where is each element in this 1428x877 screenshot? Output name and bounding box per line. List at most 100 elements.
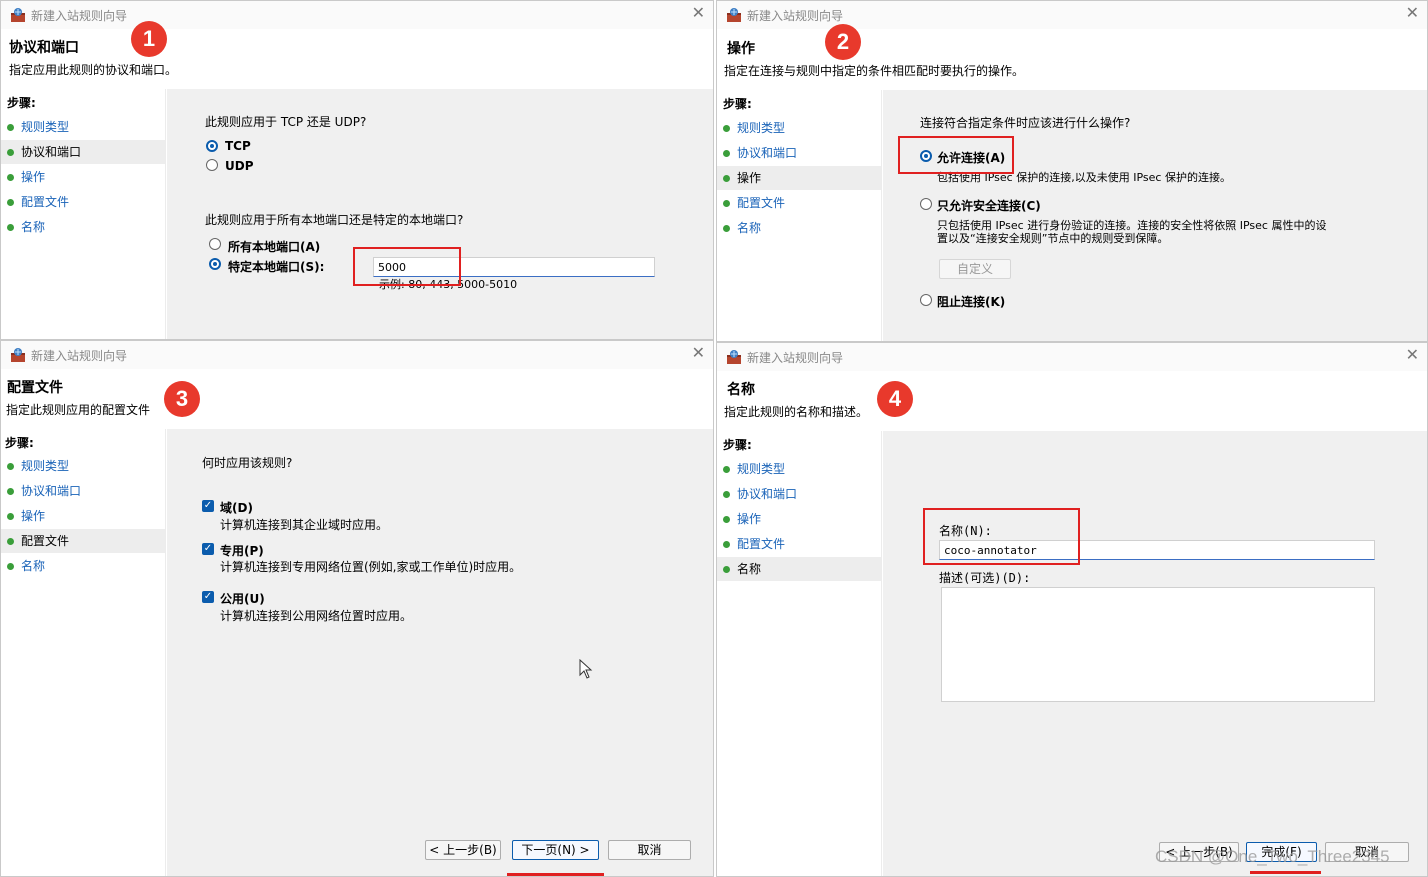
- window-title: 新建入站规则向导: [31, 349, 128, 363]
- step-badge-4: 4: [877, 381, 913, 417]
- customize-button[interactable]: 自定义: [939, 259, 1011, 279]
- step-action[interactable]: 操作: [1, 504, 165, 528]
- steps-label: 步骤:: [5, 436, 34, 450]
- firewall-icon: [11, 348, 25, 362]
- name-input[interactable]: coco-annotator: [939, 540, 1375, 560]
- step-name[interactable]: 名称: [717, 557, 881, 581]
- page-title: 名称: [727, 382, 755, 398]
- step-profile[interactable]: 配置文件: [717, 191, 881, 215]
- checkbox-public[interactable]: ✓: [202, 591, 214, 603]
- close-icon[interactable]: ✕: [692, 3, 705, 22]
- step-action[interactable]: 操作: [717, 507, 881, 531]
- content-pane: 何时应用该规则? ✓ 域(D) 计算机连接到其企业域时应用。 ✓ 专用(P) 计…: [167, 429, 713, 876]
- back-button[interactable]: < 上一步(B): [425, 840, 501, 860]
- highlight-underline: [507, 873, 604, 876]
- step-protocol-ports[interactable]: 协议和端口: [717, 482, 881, 506]
- port-example: 示例: 80, 443, 5000-5010: [379, 278, 518, 291]
- step-rule-type[interactable]: 规则类型: [1, 115, 165, 139]
- step-dot-icon: [7, 124, 14, 131]
- label-udp: UDP: [225, 159, 254, 173]
- page-title: 配置文件: [7, 380, 63, 396]
- label-domain: 域(D): [220, 501, 253, 515]
- step-dot-icon: [723, 566, 730, 573]
- description-textarea[interactable]: [941, 587, 1375, 702]
- secure-description-2: 置以及“连接安全规则”节点中的规则受到保障。: [937, 232, 1169, 245]
- cancel-button[interactable]: 取消: [608, 840, 691, 860]
- step-action[interactable]: 操作: [717, 166, 881, 190]
- radio-all-ports[interactable]: [209, 238, 221, 250]
- radio-udp[interactable]: [206, 159, 218, 171]
- next-button[interactable]: 下一页(N) >: [512, 840, 599, 860]
- step-dot-icon: [7, 174, 14, 181]
- step-protocol-ports[interactable]: 协议和端口: [1, 140, 165, 164]
- step-dot-icon: [723, 541, 730, 548]
- protocol-question: 此规则应用于 TCP 还是 UDP?: [205, 115, 367, 129]
- port-input[interactable]: 5000: [373, 257, 655, 277]
- step-rule-type[interactable]: 规则类型: [717, 116, 881, 140]
- label-public: 公用(U): [220, 592, 265, 606]
- close-icon[interactable]: ✕: [692, 343, 705, 362]
- description-label: 描述(可选)(D):: [939, 571, 1031, 585]
- domain-description: 计算机连接到其企业域时应用。: [220, 518, 389, 532]
- content-pane: 名称(N): coco-annotator 描述(可选)(D): < 上一步(B…: [883, 431, 1427, 876]
- step-dot-icon: [723, 225, 730, 232]
- steps-pane: 步骤: 规则类型 协议和端口 操作 配置文件 名称: [1, 429, 166, 876]
- radio-block[interactable]: [920, 294, 932, 306]
- step-dot-icon: [723, 150, 730, 157]
- label-tcp: TCP: [225, 139, 251, 153]
- title-bar: 新建入站规则向导 ✕: [1, 341, 713, 369]
- checkbox-private[interactable]: ✓: [202, 543, 214, 555]
- title-bar: 新建入站规则向导 ✕: [1, 1, 713, 29]
- page-subtitle: 指定应用此规则的协议和端口。: [9, 63, 178, 77]
- page-subtitle: 指定在连接与规则中指定的条件相匹配时要执行的操作。: [724, 64, 1025, 78]
- step-badge-3: 3: [164, 381, 200, 417]
- ports-question: 此规则应用于所有本地端口还是特定的本地端口?: [205, 213, 464, 227]
- checkbox-domain[interactable]: ✓: [202, 500, 214, 512]
- step-protocol-ports[interactable]: 协议和端口: [1, 479, 165, 503]
- window-title: 新建入站规则向导: [31, 9, 128, 23]
- step-action[interactable]: 操作: [1, 165, 165, 189]
- wizard-panel-name: 新建入站规则向导 ✕ 名称 指定此规则的名称和描述。 步骤: 规则类型 协议和端…: [716, 342, 1428, 877]
- step-dot-icon: [723, 516, 730, 523]
- step-dot-icon: [723, 491, 730, 498]
- label-private: 专用(P): [220, 544, 264, 558]
- steps-label: 步骤:: [723, 97, 752, 111]
- radio-allow[interactable]: [920, 150, 932, 162]
- step-dot-icon: [7, 488, 14, 495]
- page-title: 操作: [727, 41, 755, 57]
- label-block: 阻止连接(K): [937, 295, 1006, 309]
- radio-tcp[interactable]: [206, 140, 218, 152]
- steps-pane: 步骤: 规则类型 协议和端口 操作 配置文件 名称: [717, 90, 882, 341]
- steps-pane: 步骤: 规则类型 协议和端口 操作 配置文件 名称: [717, 431, 882, 876]
- step-dot-icon: [723, 175, 730, 182]
- step-profile[interactable]: 配置文件: [1, 190, 165, 214]
- step-profile[interactable]: 配置文件: [717, 532, 881, 556]
- allow-description: 包括使用 IPsec 保护的连接,以及未使用 IPsec 保护的连接。: [937, 171, 1231, 184]
- radio-specific-ports[interactable]: [209, 258, 221, 270]
- close-icon[interactable]: ✕: [1406, 3, 1419, 22]
- step-name[interactable]: 名称: [1, 554, 165, 578]
- public-description: 计算机连接到公用网络位置时应用。: [220, 609, 413, 623]
- label-all-ports: 所有本地端口(A): [228, 240, 321, 254]
- step-rule-type[interactable]: 规则类型: [1, 454, 165, 478]
- highlight-underline: [1250, 871, 1321, 874]
- wizard-panel-profile: 新建入站规则向导 ✕ 配置文件 指定此规则应用的配置文件 步骤: 规则类型 协议…: [0, 340, 714, 877]
- firewall-icon: [727, 350, 741, 364]
- firewall-icon: [727, 8, 741, 22]
- step-name[interactable]: 名称: [1, 215, 165, 239]
- step-rule-type[interactable]: 规则类型: [717, 457, 881, 481]
- label-specific-ports: 特定本地端口(S):: [228, 260, 325, 274]
- step-dot-icon: [7, 224, 14, 231]
- step-badge-2: 2: [825, 24, 861, 60]
- step-protocol-ports[interactable]: 协议和端口: [717, 141, 881, 165]
- page-subtitle: 指定此规则的名称和描述。: [724, 405, 869, 419]
- step-dot-icon: [7, 463, 14, 470]
- step-profile[interactable]: 配置文件: [1, 529, 165, 553]
- content-pane: 此规则应用于 TCP 还是 UDP? TCP UDP 此规则应用于所有本地端口还…: [167, 89, 713, 339]
- steps-label: 步骤:: [7, 96, 36, 110]
- title-bar: 新建入站规则向导 ✕: [717, 1, 1427, 29]
- radio-secure[interactable]: [920, 198, 932, 210]
- step-name[interactable]: 名称: [717, 216, 881, 240]
- window-title: 新建入站规则向导: [747, 9, 844, 23]
- close-icon[interactable]: ✕: [1406, 345, 1419, 364]
